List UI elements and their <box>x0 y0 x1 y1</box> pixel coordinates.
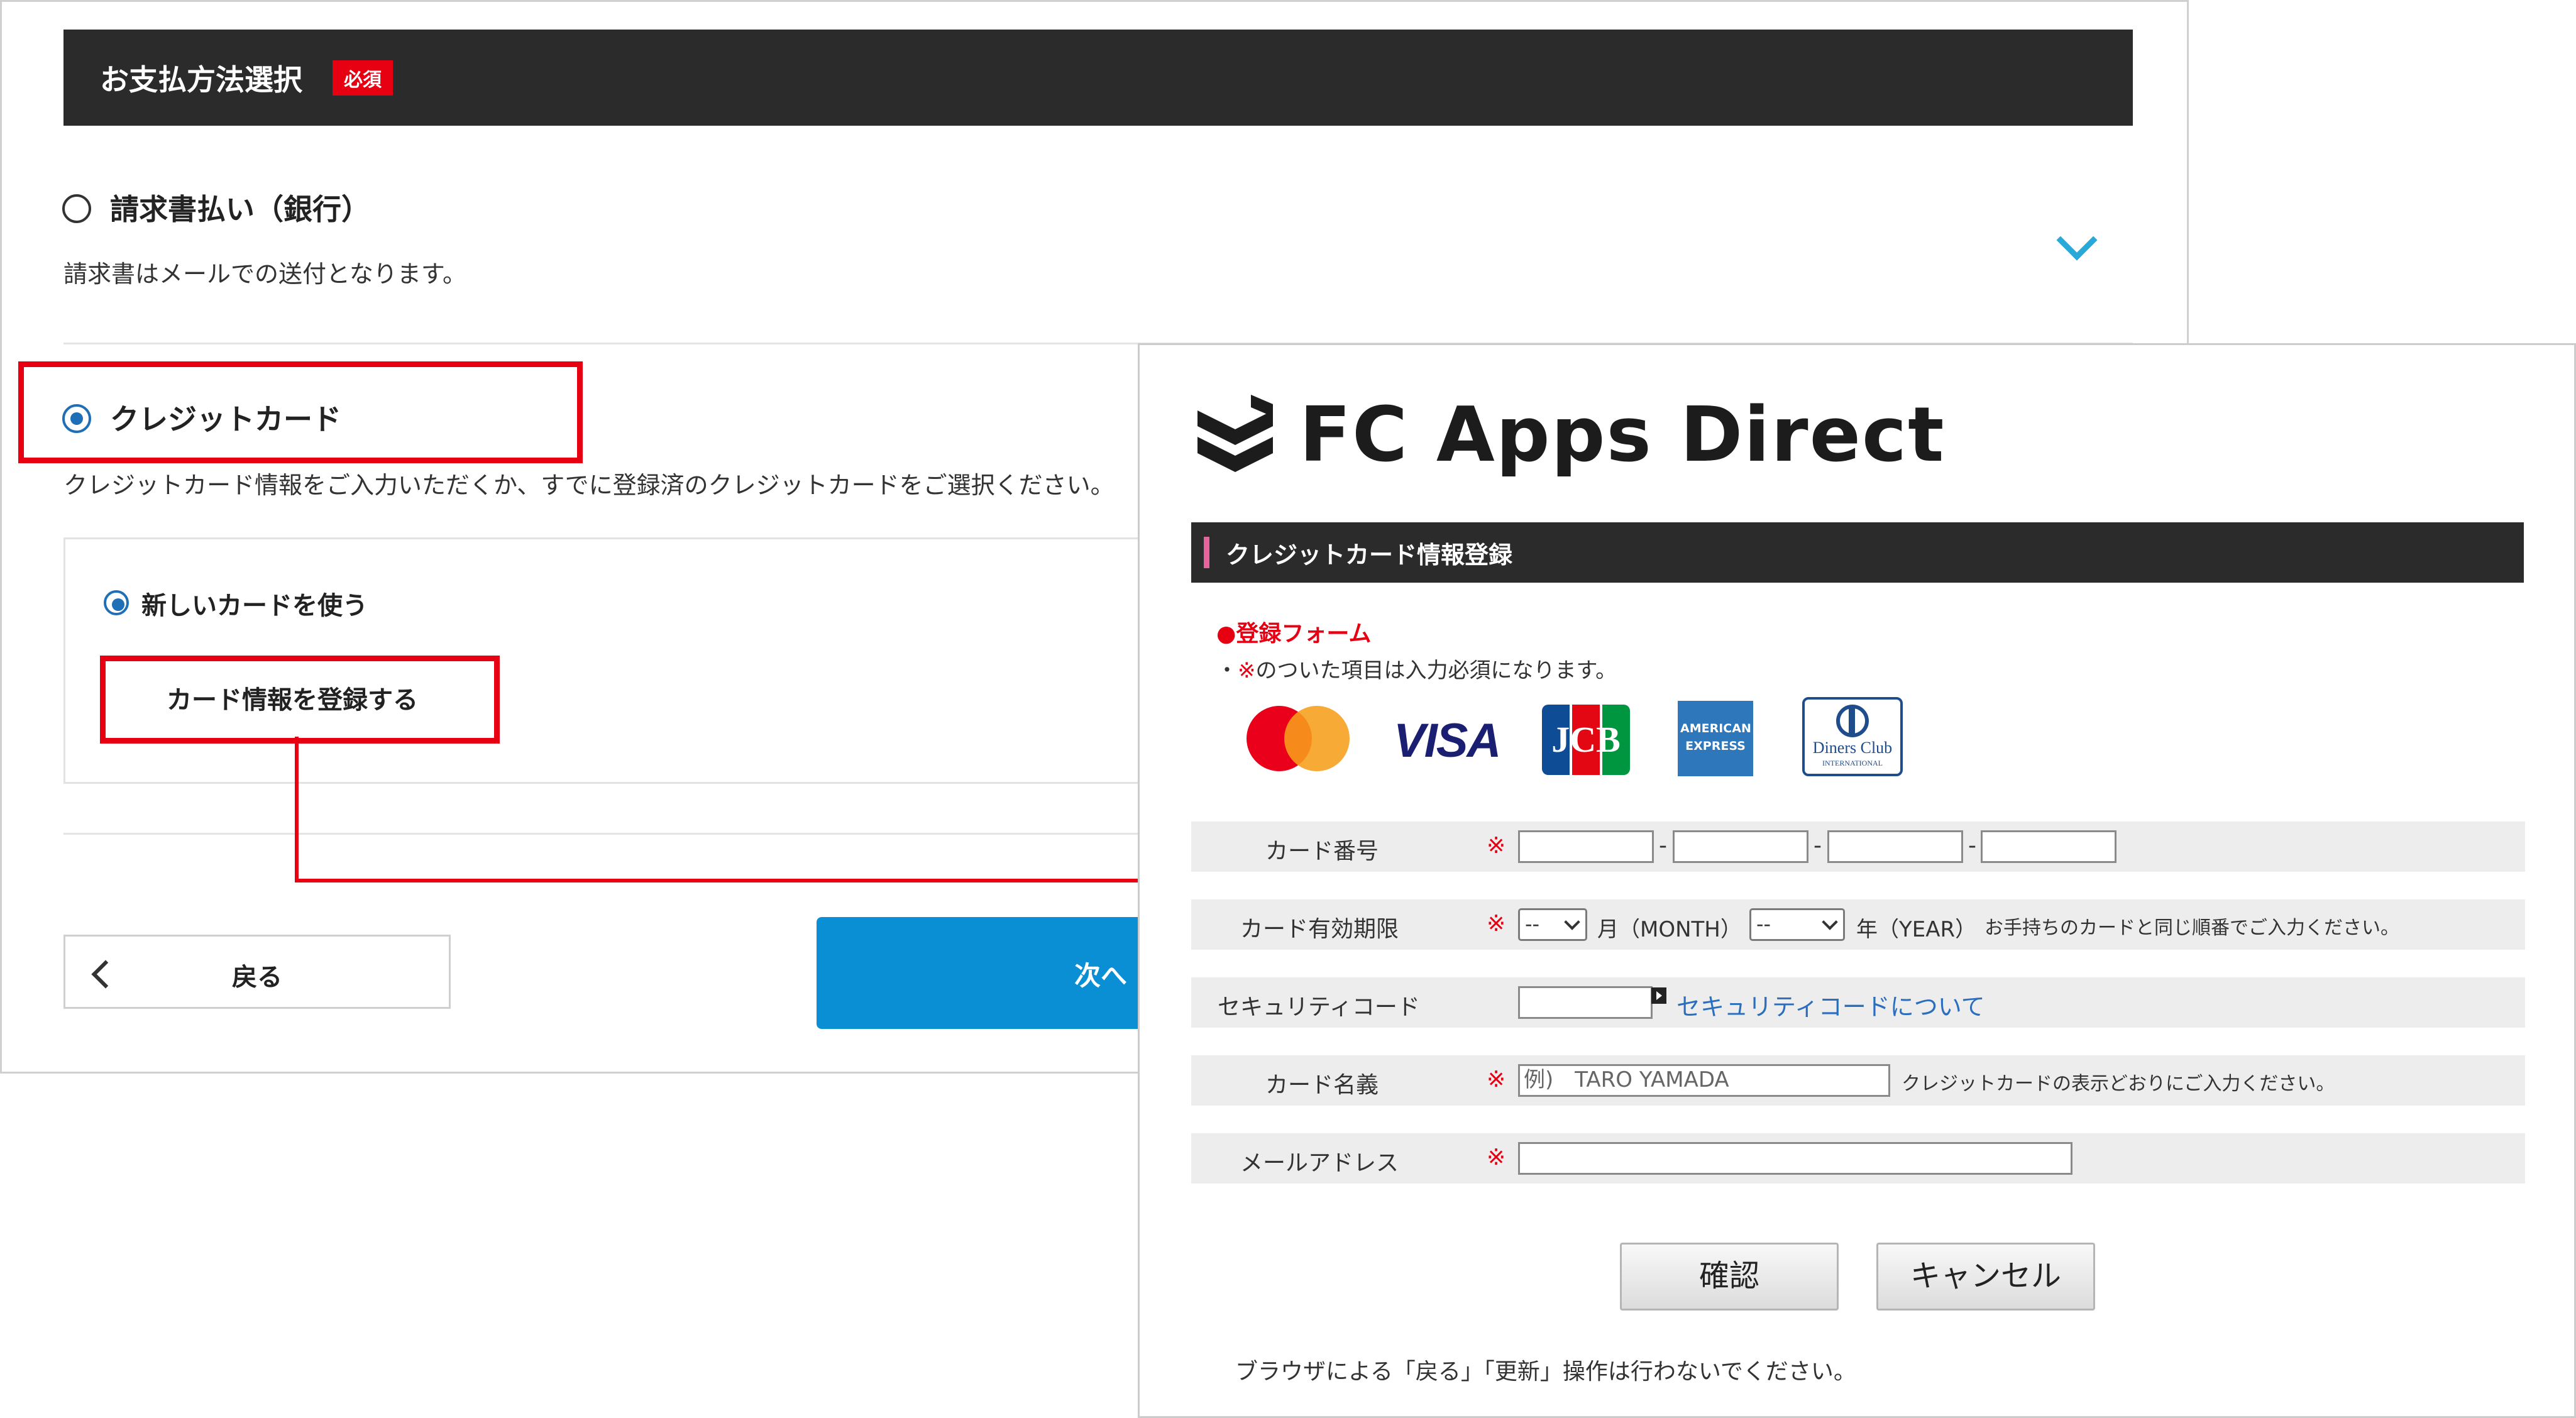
arrow-connector-line <box>295 737 299 882</box>
invoice-radio[interactable] <box>62 194 91 223</box>
cancel-button[interactable]: キャンセル <box>1876 1243 2095 1311</box>
card-number-input-2[interactable] <box>1673 830 1808 863</box>
chevron-down-icon <box>1822 914 1838 930</box>
back-button[interactable]: 戻る <box>63 935 451 1009</box>
confirm-button[interactable]: 確認 <box>1620 1243 1839 1311</box>
card-registration-panel: FC Apps Direct クレジットカード情報登録 ●登録フォーム ・※のつ… <box>1138 343 2576 1418</box>
expiry-row: カード有効期限 ※ -- 月（MONTH） -- 年（YEAR） お手持ちのカー… <box>1191 899 2525 950</box>
arrow-connector-line <box>295 879 1182 882</box>
invoice-option-label[interactable]: 請求書払い（銀行） <box>110 187 370 228</box>
chevron-down-icon <box>1564 914 1580 930</box>
month-label: 月（MONTH） <box>1597 917 1742 942</box>
form-header: クレジットカード情報登録 <box>1191 522 2524 583</box>
required-badge: 必須 <box>333 60 393 96</box>
required-mark: ※ <box>1487 911 1506 937</box>
divider <box>63 833 1140 835</box>
email-label: メールアドレス <box>1240 1150 1399 1176</box>
year-label: 年（YEAR） <box>1856 917 1977 942</box>
card-holder-input[interactable]: 例) TARO YAMADA <box>1518 1064 1890 1097</box>
required-mark: ※ <box>1487 1145 1506 1170</box>
chevron-down-icon[interactable] <box>2056 219 2098 261</box>
required-mark: ※ <box>1487 833 1506 859</box>
security-code-help-link[interactable]: セキュリティコードについて <box>1676 987 1985 1022</box>
new-card-radio[interactable] <box>104 590 129 615</box>
card-number-label: カード番号 <box>1265 838 1379 864</box>
expiry-month-select[interactable]: -- <box>1518 908 1587 941</box>
invoice-option-description: 請求書はメールでの送付となります。 <box>63 260 467 288</box>
security-code-row: セキュリティコード セキュリティコードについて <box>1191 977 2525 1028</box>
mastercard-orange-circle <box>1284 706 1350 771</box>
required-mark: ※ <box>1487 1067 1506 1092</box>
highlight-box-credit-card <box>18 361 583 463</box>
required-note: ・※のついた項目は入力必須になります。 <box>1216 653 1617 684</box>
card-number-input-4[interactable] <box>1981 830 2116 863</box>
card-number-input-1[interactable] <box>1518 830 1654 863</box>
highlight-box-register <box>100 656 500 744</box>
header-accent-bar <box>1204 537 1209 568</box>
brand-name: FC Apps Direct <box>1299 392 1946 479</box>
amex-logo-text: AMERICAN EXPRESS <box>1680 722 1751 753</box>
security-code-input[interactable] <box>1518 986 1653 1019</box>
card-holder-label: カード名義 <box>1265 1072 1379 1098</box>
month-select-value: -- <box>1525 912 1540 936</box>
payment-title: お支払方法選択 <box>100 62 302 97</box>
next-button-label: 次へ <box>1074 960 1127 991</box>
diners-club-logo-icon: Diners Club INTERNATIONAL <box>1802 697 1903 776</box>
expiry-label: カード有効期限 <box>1240 916 1399 942</box>
diners-logo-text: Diners Club <box>1812 739 1893 757</box>
email-row: メールアドレス ※ <box>1191 1133 2525 1184</box>
card-number-separator: - <box>1659 833 1667 859</box>
expiry-year-select[interactable]: -- <box>1749 908 1845 941</box>
link-arrow-icon <box>1651 987 1666 1004</box>
diners-logo-subtext: INTERNATIONAL <box>1822 759 1883 767</box>
email-input[interactable] <box>1518 1142 2072 1175</box>
american-express-logo-icon: AMERICAN EXPRESS <box>1678 701 1753 776</box>
brand-logo-icon <box>1197 395 1273 472</box>
jcb-logo-icon: JCB <box>1542 705 1630 775</box>
year-select-value: -- <box>1756 912 1771 936</box>
card-holder-row: カード名義 ※ 例) TARO YAMADA クレジットカードの表示どおりにご入… <box>1191 1055 2525 1106</box>
card-number-separator: - <box>1814 833 1822 859</box>
card-number-separator: - <box>1968 833 1976 859</box>
registration-form-title: ●登録フォーム <box>1216 621 1372 647</box>
browser-warning-note: ブラウザによる「戻る」「更新」操作は行わないでください。 <box>1235 1359 1856 1385</box>
card-holder-hint: クレジットカードの表示どおりにご入力ください。 <box>1902 1073 2335 1095</box>
back-button-label: 戻る <box>232 963 282 992</box>
payment-header: お支払方法選択 必須 <box>63 30 2133 126</box>
visa-logo-icon: VISA <box>1394 714 1501 767</box>
note-prefix: ・ <box>1216 658 1238 683</box>
required-mark: ※ <box>1238 658 1256 683</box>
card-number-input-3[interactable] <box>1827 830 1963 863</box>
next-button[interactable]: 次へ <box>817 917 1143 1029</box>
security-code-label: セキュリティコード <box>1218 994 1420 1020</box>
mastercard-logo-icon <box>1247 705 1360 774</box>
card-number-row: カード番号 ※ - - - <box>1191 822 2525 872</box>
credit-card-option-description: クレジットカード情報をご入力いただくか、すでに登録済のクレジットカードをご選択く… <box>63 471 1115 499</box>
form-header-title: クレジットカード情報登録 <box>1226 541 1513 569</box>
note-text: のついた項目は入力必須になります。 <box>1255 658 1617 683</box>
expiry-hint: お手持ちのカードと同じ順番でご入力ください。 <box>1984 917 2399 939</box>
new-card-label[interactable]: 新しいカードを使う <box>141 585 368 622</box>
